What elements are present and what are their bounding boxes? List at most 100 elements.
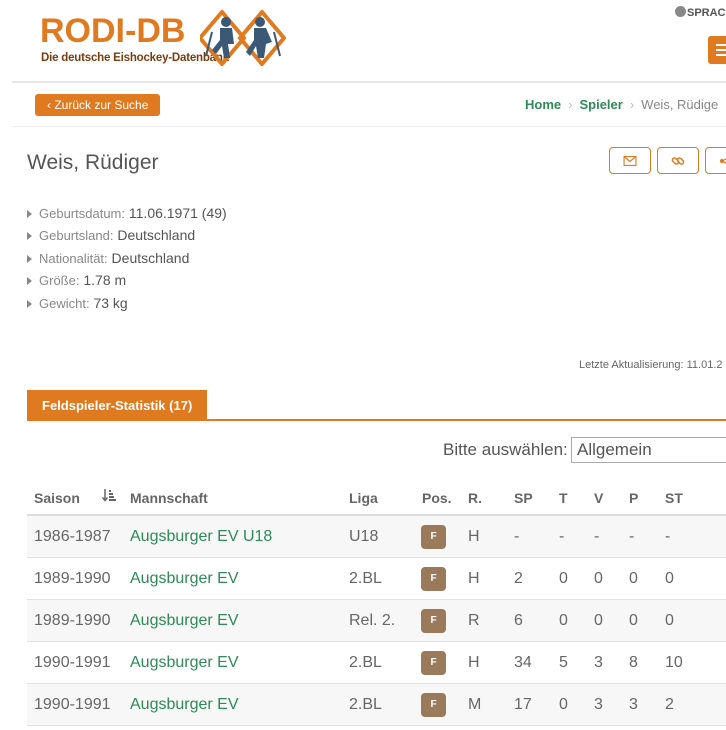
column-saison[interactable]: Saison: [34, 490, 80, 506]
bullet-arrow-icon: [27, 254, 32, 263]
cell-team-link[interactable]: Augsburger EV: [130, 612, 239, 630]
last-update-text: Letzte Aktualisierung: 11.01.2: [579, 359, 723, 371]
cell-saison: 1989-1990: [34, 612, 111, 629]
hamburger-menu-icon[interactable]: [708, 36, 726, 64]
table-row: 1986-1987 Augsburger EV U18 U18 F H - - …: [27, 516, 726, 558]
column-v[interactable]: V: [594, 490, 603, 506]
cell-sp: 17: [514, 696, 532, 713]
cell-st: 0: [665, 570, 674, 587]
column-st[interactable]: ST: [665, 490, 683, 506]
bullet-arrow-icon: [27, 299, 32, 308]
table-row: 1990-1991 Augsburger EV 2.BL F H 34 5 3 …: [27, 642, 726, 684]
cell-st: 10: [665, 654, 683, 671]
language-selector[interactable]: SPRACH: [675, 6, 726, 19]
cell-v: 0: [594, 612, 603, 629]
cell-p: 0: [629, 570, 638, 587]
position-badge: F: [421, 525, 446, 549]
breadcrumb-home[interactable]: Home: [525, 97, 561, 112]
column-t[interactable]: T: [559, 490, 568, 506]
column-r[interactable]: R.: [468, 490, 482, 506]
column-pos[interactable]: Pos.: [422, 490, 452, 506]
tab-underline: [27, 419, 726, 421]
cell-liga: Rel. 2.: [349, 612, 396, 629]
position-badge: F: [421, 609, 446, 633]
cell-v: 3: [594, 654, 603, 671]
share-button[interactable]: [705, 147, 726, 174]
cell-t: 0: [559, 570, 568, 587]
cell-team-link[interactable]: Augsburger EV: [130, 654, 239, 672]
column-mannschaft[interactable]: Mannschaft: [130, 490, 208, 506]
detail-value: Deutschland: [111, 249, 190, 266]
detail-label: Geburtsland:: [39, 228, 114, 244]
cell-saison: 1986-1987: [34, 528, 111, 545]
position-badge: F: [421, 651, 446, 675]
copy-link-button[interactable]: [657, 147, 699, 174]
cell-team-link[interactable]: Augsburger EV U18: [130, 528, 272, 546]
detail-nationality: Nationalität: Deutschland: [27, 250, 227, 272]
cell-team-link[interactable]: Augsburger EV: [130, 570, 239, 588]
cell-sp: -: [514, 528, 520, 545]
detail-value: 11.06.1971 (49): [128, 205, 227, 221]
player-details: Geburtsdatum: 11.06.1971 (49) Geburtslan…: [27, 205, 227, 317]
detail-label: Gewicht:: [39, 295, 90, 311]
cell-st: 2: [665, 696, 674, 713]
column-liga[interactable]: Liga: [349, 490, 378, 506]
cell-r: H: [468, 654, 480, 671]
bullet-arrow-icon: [27, 277, 32, 286]
detail-weight: Gewicht: 73 kg: [27, 295, 227, 317]
table-row: 1989-1990 Augsburger EV Rel. 2. F R 6 0 …: [27, 600, 726, 642]
breadcrumb-current: Weis, Rüdige: [641, 97, 719, 112]
cell-p: 8: [629, 654, 638, 671]
back-to-search-button[interactable]: ‹ Zurück zur Suche: [35, 94, 161, 116]
table-row: 1990-1991 Augsburger EV 2.BL F M 17 0 3 …: [27, 684, 726, 726]
detail-height: Größe: 1.78 m: [27, 272, 227, 294]
detail-birth-country: Geburtsland: Deutschland: [27, 227, 227, 249]
table-row: 1989-1990 Augsburger EV 2.BL F H 2 0 0 0…: [27, 558, 726, 600]
cell-liga: 2.BL: [349, 654, 382, 671]
detail-value: 1.78 m: [83, 272, 127, 289]
cell-liga: 2.BL: [349, 696, 382, 713]
page-title: Weis, Rüdiger: [27, 151, 159, 174]
breadcrumb: Home › Spieler › Weis, Rüdige: [525, 97, 718, 112]
cell-team-link[interactable]: Augsburger EV: [130, 696, 239, 714]
column-sp[interactable]: SP: [514, 490, 533, 506]
site-logo[interactable]: RODI-DB Die deutsche Eishockey-Datenbank: [40, 10, 300, 70]
table-header: Saison Mannschaft Liga Pos. R. SP T V P …: [27, 480, 726, 516]
stats-category-select[interactable]: Allgemein: [571, 437, 726, 463]
cell-p: 3: [629, 696, 638, 713]
cell-saison: 1989-1990: [34, 570, 111, 587]
cell-sp: 2: [514, 570, 523, 587]
cell-st: -: [665, 528, 671, 545]
cell-r: H: [468, 570, 480, 587]
cell-r: H: [468, 528, 480, 545]
detail-label: Geburtsdatum:: [39, 206, 125, 221]
cell-r: R: [468, 612, 480, 629]
language-label: SPRACH: [687, 7, 726, 19]
hockey-players-logo-icon: [200, 10, 286, 66]
detail-birthdate: Geburtsdatum: 11.06.1971 (49): [27, 205, 227, 227]
logo-title: RODI-DB: [40, 12, 186, 50]
cell-saison: 1990-1991: [34, 696, 111, 713]
tab-field-player-stats[interactable]: Feldspieler-Statistik (17): [27, 390, 208, 420]
share-icon: [720, 157, 726, 164]
sort-descending-icon[interactable]: [102, 488, 116, 502]
cell-v: -: [594, 528, 600, 545]
cell-t: 0: [559, 612, 568, 629]
detail-label: Größe:: [39, 273, 80, 289]
position-badge: F: [421, 693, 446, 717]
bullet-arrow-icon: [27, 232, 32, 241]
cell-liga: 2.BL: [349, 570, 382, 587]
cell-v: 3: [594, 696, 603, 713]
cell-t: 5: [559, 654, 568, 671]
site-header: RODI-DB Die deutsche Eishockey-Datenbank…: [0, 0, 726, 82]
cell-p: 0: [629, 612, 638, 629]
cell-saison: 1990-1991: [34, 654, 111, 671]
cell-st: 0: [665, 612, 674, 629]
cell-liga: U18: [349, 528, 379, 545]
cell-v: 0: [594, 570, 603, 587]
select-label: Bitte auswählen:: [443, 440, 568, 459]
breadcrumb-players[interactable]: Spieler: [579, 97, 622, 112]
cell-sp: 6: [514, 612, 523, 629]
email-button[interactable]: [609, 147, 651, 174]
column-p[interactable]: P: [629, 490, 638, 506]
